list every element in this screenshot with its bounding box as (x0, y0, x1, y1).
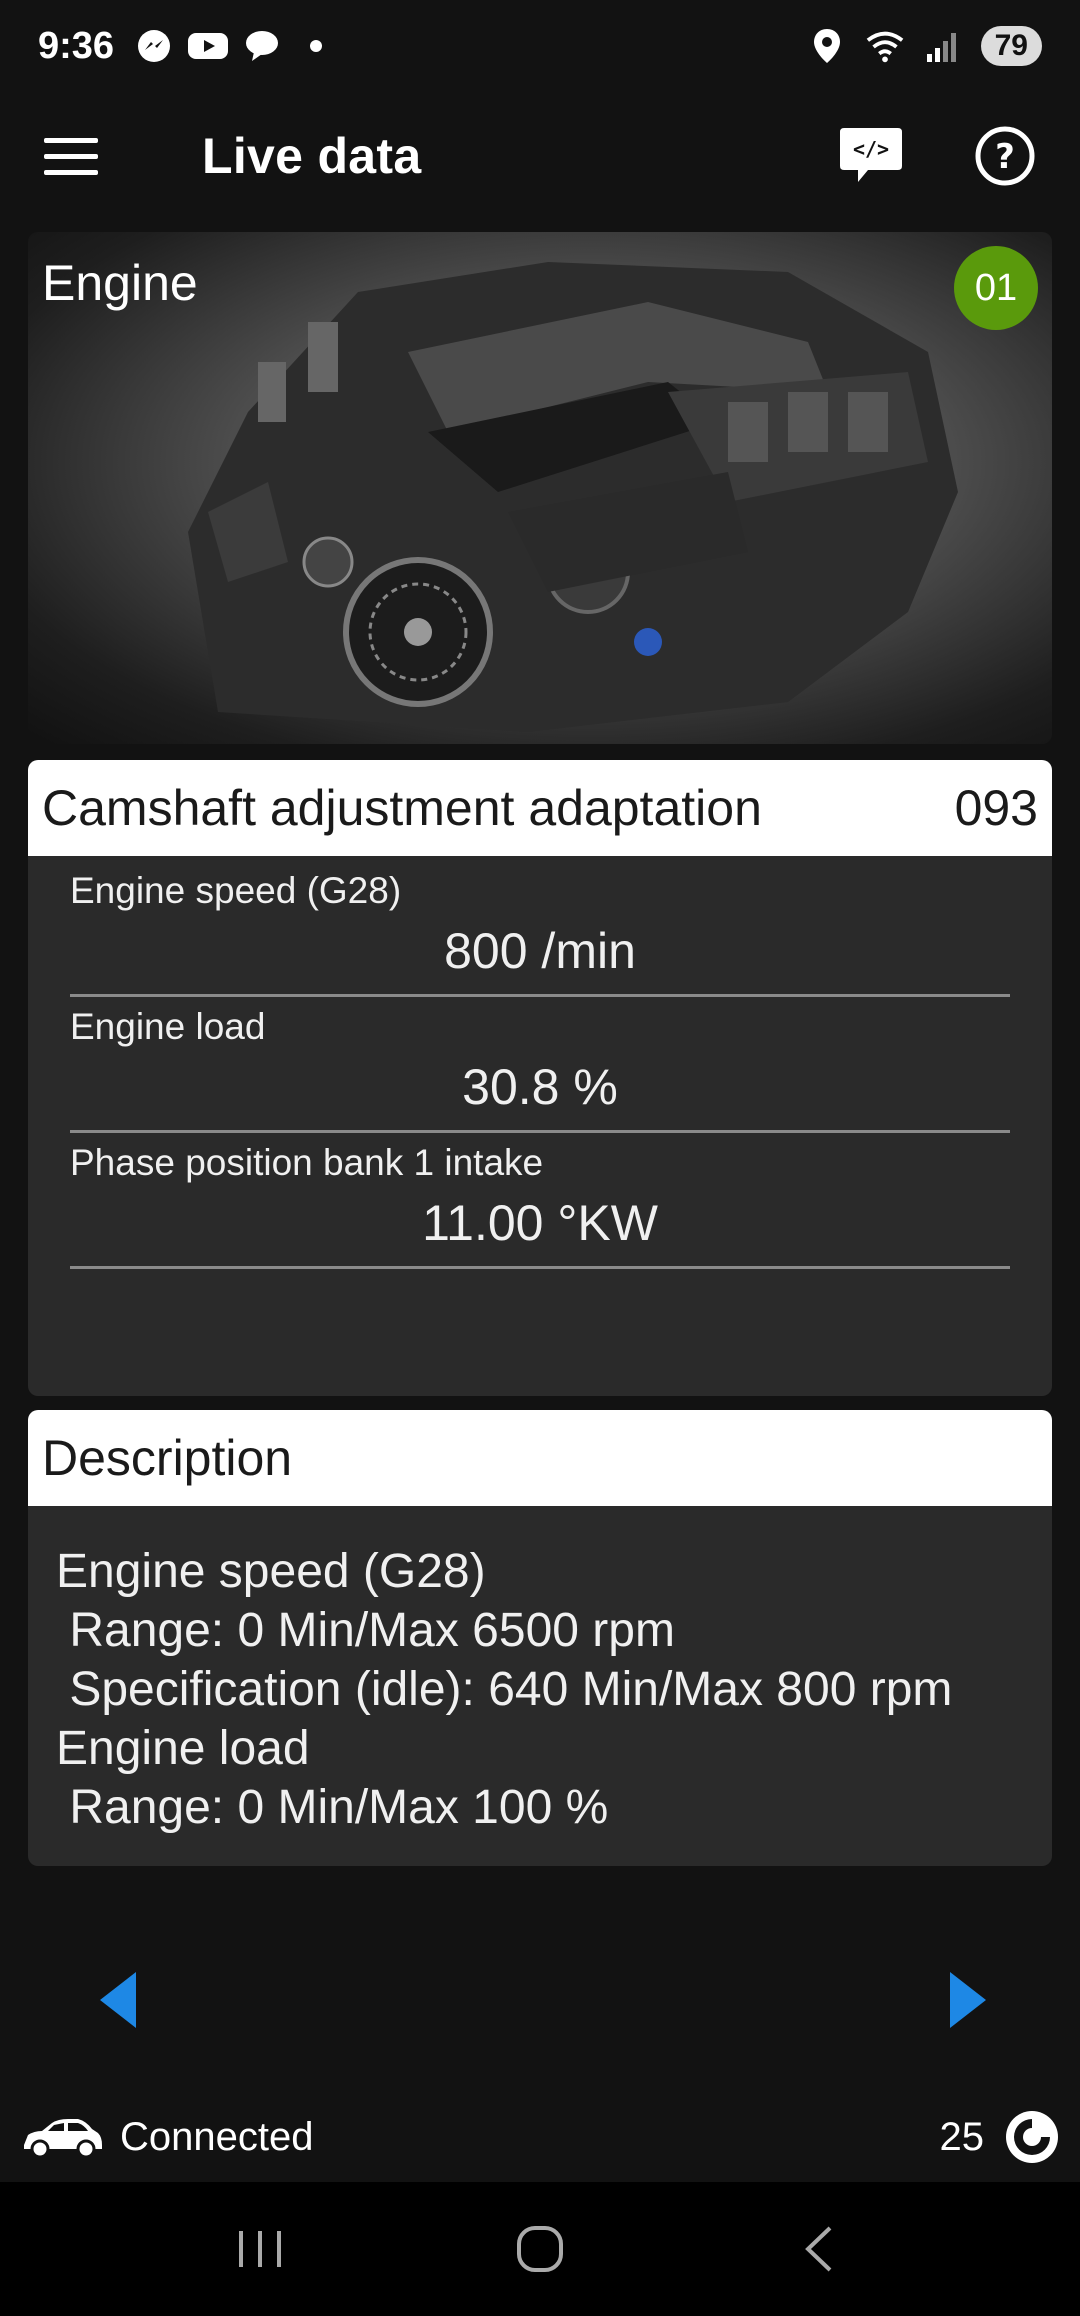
signal-icon (923, 26, 963, 66)
messenger-icon (134, 26, 174, 66)
app-bar: Live data </> ? (0, 92, 1080, 220)
module-badge: 01 (954, 246, 1038, 330)
dot-icon (296, 26, 336, 66)
page-title: Live data (202, 128, 422, 184)
refresh-icon[interactable] (1004, 2109, 1060, 2165)
param-label: Phase position bank 1 intake (70, 1142, 544, 1183)
description-line: Range: 0 Min/Max 100 % (56, 1781, 609, 1834)
hamburger-icon[interactable] (44, 121, 114, 191)
status-bar: 9:36 79 (0, 0, 1080, 92)
param-label: Engine speed (G28) (70, 870, 402, 911)
group-header: Camshaft adjustment adaptation 093 (28, 760, 1052, 856)
group-number: 093 (954, 780, 1038, 836)
group-title: Camshaft adjustment adaptation (42, 780, 762, 836)
param-value: 11.00 °KW (422, 1195, 658, 1251)
engine-card[interactable]: Engine 01 (28, 232, 1052, 744)
system-nav-bar (0, 2182, 1080, 2316)
battery-indicator: 79 (980, 26, 1042, 66)
arrow-left-icon[interactable] (96, 1968, 156, 2032)
connection-footer: Connected 25 (0, 2102, 1080, 2172)
description-line: Specification (idle): 640 Min/Max 800 rp… (56, 1663, 953, 1716)
location-icon (807, 26, 847, 66)
youtube-icon (188, 26, 229, 66)
engine-label: Engine (42, 255, 198, 311)
group-values: Engine speed (G28) 800 /min Engine load … (28, 856, 1052, 1396)
param-value: 30.8 % (462, 1059, 618, 1115)
divider (70, 1130, 1010, 1133)
description-line: Engine load (56, 1722, 310, 1775)
connection-status: Connected (120, 2114, 314, 2159)
recents-icon[interactable] (220, 2209, 300, 2289)
param-engine-load: Engine load 30.8 % (70, 1006, 1010, 1133)
home-icon[interactable] (500, 2209, 580, 2289)
svg-text:</>: </> (853, 137, 889, 161)
update-count: 25 (939, 2114, 985, 2159)
divider (70, 994, 1010, 997)
param-value: 800 /min (444, 923, 636, 979)
description-title: Description (42, 1430, 293, 1486)
chat-icon (242, 26, 282, 66)
divider (70, 1266, 1010, 1269)
wifi-icon (865, 26, 905, 66)
back-icon[interactable] (780, 2209, 860, 2289)
arrow-right-icon[interactable] (930, 1968, 990, 2032)
param-engine-speed: Engine speed (G28) 800 /min (70, 870, 1010, 997)
description-body: Engine speed (G28) Range: 0 Min/Max 6500… (28, 1506, 1052, 1866)
help-icon[interactable]: ? (974, 125, 1036, 187)
status-time: 9:36 (38, 24, 115, 67)
code-icon[interactable]: </> (838, 126, 904, 186)
description-line: Range: 0 Min/Max 6500 rpm (56, 1604, 675, 1657)
description-line: Engine speed (G28) (56, 1545, 486, 1598)
param-phase-position: Phase position bank 1 intake 11.00 °KW (70, 1142, 1010, 1269)
description-header: Description (28, 1410, 1052, 1506)
param-label: Engine load (70, 1006, 266, 1047)
svg-text:?: ? (995, 137, 1015, 177)
car-icon (20, 2115, 104, 2159)
